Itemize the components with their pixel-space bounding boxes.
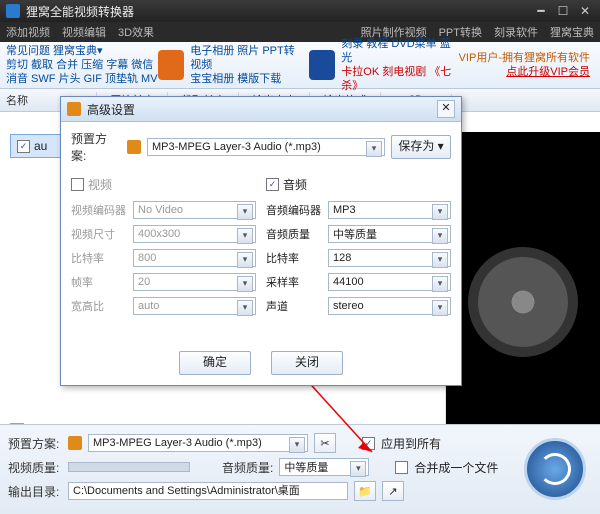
bottom-bar: 预置方案: MP3-MPEG Layer-3 Audio (*.mp3)▾ ✂ … (0, 424, 600, 514)
video-section[interactable]: 视频 (71, 176, 256, 193)
merge-checkbox[interactable] (395, 461, 408, 474)
cancel-button[interactable]: 关闭 (271, 351, 343, 375)
menu-add-video[interactable]: 添加视频 (6, 24, 50, 40)
preset-icon (68, 436, 82, 450)
ok-button[interactable]: 确定 (179, 351, 251, 375)
audio-bitrate-combo[interactable]: 128▾ (328, 249, 451, 267)
convert-button[interactable] (524, 438, 586, 500)
audio-quality-label: 音频质量: (222, 459, 273, 476)
list-item[interactable]: ✓ au (10, 134, 64, 158)
preset-combo[interactable]: MP3-MPEG Layer-3 Audio (*.mp3)▾ (88, 434, 308, 452)
dialog-title: 高级设置 (87, 101, 431, 118)
video-quality-slider[interactable] (68, 462, 190, 472)
menu-video-edit[interactable]: 视频编辑 (62, 24, 106, 40)
max-button[interactable]: ☐ (554, 4, 572, 18)
output-dir-label: 输出目录: (8, 483, 62, 500)
browse-button[interactable]: 📁 (354, 481, 376, 501)
video-size-combo[interactable]: 400x300▾ (133, 225, 256, 243)
dialog-icon (67, 102, 81, 116)
open-folder-button[interactable]: ↗ (382, 481, 404, 501)
dlg-preset-label: 预置方案: (71, 130, 121, 164)
window-title: 狸窝全能视频转换器 (26, 3, 528, 20)
dialog-close-button[interactable]: ✕ (437, 100, 455, 118)
toolbar: 常见问题 狸窝宝典▾ 剪切 截取 合并 压缩 字幕 微信 消音 SWF 片头 G… (0, 42, 600, 89)
channel-combo[interactable]: stereo▾ (328, 297, 451, 315)
promo-album[interactable]: 电子相册 照片 PPT转视频宝宝相册 模版下载 (190, 44, 302, 86)
video-enable-checkbox[interactable] (71, 178, 84, 191)
sample-rate-combo[interactable]: 44100▾ (328, 273, 451, 291)
item-name: au (34, 139, 47, 153)
aspect-combo[interactable]: auto▾ (133, 297, 256, 315)
toolbar-left-links[interactable]: 常见问题 狸窝宝典▾ 剪切 截取 合并 压缩 字幕 微信 消音 SWF 片头 G… (6, 44, 158, 86)
promo-burn[interactable]: 刻录 教程 DVD菜单 蓝光卡拉OK 刻电视剧 《七杀》 (341, 37, 458, 93)
close-button[interactable]: ✕ (576, 4, 594, 18)
film-reel-icon (468, 247, 578, 357)
app-icon (6, 4, 20, 18)
merge-label: 合并成一个文件 (414, 459, 498, 476)
audio-enable-checkbox[interactable]: ✓ (266, 178, 279, 191)
dlg-preset-icon (127, 140, 141, 154)
menu-help[interactable]: 狸窝宝典 (550, 24, 594, 40)
vip-promo[interactable]: VIP用户-拥有狸窝所有软件 点此升级VIP会员 (459, 51, 594, 79)
audio-quality-combo[interactable]: 中等质量▾ (328, 225, 451, 243)
video-quality-label: 视频质量: (8, 459, 62, 476)
audio-quality-combo[interactable]: 中等质量▾ (279, 458, 369, 476)
preset-label: 预置方案: (8, 435, 62, 452)
dlg-preset-combo[interactable]: MP3-MPEG Layer-3 Audio (*.mp3)▾ (147, 138, 385, 156)
apply-all-label: 应用到所有 (381, 435, 441, 452)
window-titlebar: 狸窝全能视频转换器 ━ ☐ ✕ (0, 0, 600, 22)
disc-icon[interactable] (309, 50, 336, 80)
audio-section[interactable]: ✓音频 (266, 176, 451, 193)
ppt-icon[interactable] (158, 50, 185, 80)
dialog-titlebar: 高级设置 ✕ (61, 97, 461, 122)
menu-3d[interactable]: 3D效果 (118, 24, 154, 40)
fps-combo[interactable]: 20▾ (133, 273, 256, 291)
vip-upgrade-link[interactable]: 点此升级VIP会员 (506, 66, 590, 78)
preset-settings-button[interactable]: ✂ (314, 433, 336, 453)
advanced-settings-dialog: 高级设置 ✕ 预置方案: MP3-MPEG Layer-3 Audio (*.m… (60, 96, 462, 386)
item-checkbox[interactable]: ✓ (17, 140, 30, 153)
apply-all-checkbox[interactable]: ✓ (362, 437, 375, 450)
save-as-button[interactable]: 保存为 ▾ (391, 135, 451, 159)
menu-burn[interactable]: 刻录软件 (494, 24, 538, 40)
output-dir-field[interactable]: C:\Documents and Settings\Administrator\… (68, 482, 348, 500)
video-preview (446, 132, 600, 472)
video-bitrate-combo[interactable]: 800▾ (133, 249, 256, 267)
audio-codec-combo[interactable]: MP3▾ (328, 201, 451, 219)
video-codec-combo[interactable]: No Video▾ (133, 201, 256, 219)
min-button[interactable]: ━ (532, 4, 550, 18)
